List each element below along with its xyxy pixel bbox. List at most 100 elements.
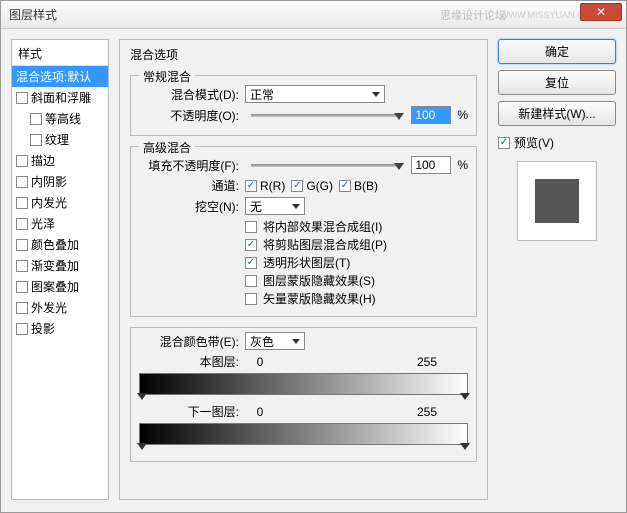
checkbox-icon	[245, 221, 257, 233]
checkbox-icon	[16, 92, 28, 104]
preview-swatch	[535, 179, 579, 223]
style-item-6[interactable]: 内发光	[12, 192, 108, 213]
style-item-label: 混合选项:默认	[16, 68, 91, 85]
adv-option-3[interactable]: 图层蒙版隐藏效果(S)	[245, 272, 468, 289]
opacity-input[interactable]: 100	[411, 106, 451, 124]
blending-options-panel: 混合选项 常规混合 混合模式(D): 正常 不透明度(O): 100 % 高级混…	[119, 39, 488, 500]
checkbox-icon	[30, 134, 42, 146]
checkbox-icon	[16, 197, 28, 209]
adv-option-label: 将剪贴图层混合成组(P)	[263, 236, 387, 253]
titlebar: 图层样式 思缘设计论坛 WWW.MISSYUAN.COM ✕	[1, 1, 626, 29]
channel-r-checkbox[interactable]: R(R)	[245, 179, 285, 193]
style-item-9[interactable]: 渐变叠加	[12, 255, 108, 276]
style-item-12[interactable]: 投影	[12, 318, 108, 339]
style-item-8[interactable]: 颜色叠加	[12, 234, 108, 255]
style-item-3[interactable]: 纹理	[12, 129, 108, 150]
under-layer-label: 下一图层:	[179, 403, 239, 420]
advanced-legend: 高级混合	[139, 139, 195, 156]
ok-button[interactable]: 确定	[498, 39, 616, 64]
adv-option-0[interactable]: 将内部效果混合成组(I)	[245, 218, 468, 235]
styles-list: 样式 混合选项:默认斜面和浮雕等高线纹理描边内阴影内发光光泽颜色叠加渐变叠加图案…	[11, 39, 109, 500]
checkbox-icon	[16, 281, 28, 293]
blend-if-dropdown[interactable]: 灰色	[245, 332, 305, 350]
blend-if-group: 混合颜色带(E): 灰色 本图层: 0 255 下一图层: 0	[130, 327, 477, 462]
checkbox-icon	[16, 176, 28, 188]
adv-option-label: 矢量蒙版隐藏效果(H)	[263, 290, 376, 307]
style-item-label: 斜面和浮雕	[31, 89, 91, 106]
general-blending-group: 常规混合 混合模式(D): 正常 不透明度(O): 100 %	[130, 75, 477, 136]
style-item-2[interactable]: 等高线	[12, 108, 108, 129]
style-item-label: 外发光	[31, 299, 67, 316]
this-layer-label: 本图层:	[179, 353, 239, 370]
close-icon: ✕	[596, 5, 606, 19]
under-layer-low: 0	[245, 405, 275, 419]
percent-label: %	[457, 108, 468, 122]
checkbox-icon	[30, 113, 42, 125]
checkbox-icon	[16, 239, 28, 251]
adv-option-1[interactable]: 将剪贴图层混合成组(P)	[245, 236, 468, 253]
knockout-label: 挖空(N):	[139, 198, 239, 215]
general-legend: 常规混合	[139, 68, 195, 85]
channel-g-checkbox[interactable]: G(G)	[291, 179, 333, 193]
under-layer-slider[interactable]	[139, 423, 468, 445]
checkbox-icon	[245, 257, 257, 269]
style-item-1[interactable]: 斜面和浮雕	[12, 87, 108, 108]
style-item-11[interactable]: 外发光	[12, 297, 108, 318]
fill-opacity-slider[interactable]	[251, 164, 399, 167]
channels-label: 通道:	[139, 177, 239, 194]
style-item-10[interactable]: 图案叠加	[12, 276, 108, 297]
right-panel: 确定 复位 新建样式(W)... 预览(V)	[498, 39, 616, 500]
style-item-label: 图案叠加	[31, 278, 79, 295]
blend-mode-dropdown[interactable]: 正常	[245, 85, 385, 103]
fill-opacity-input[interactable]: 100	[411, 156, 451, 174]
adv-option-4[interactable]: 矢量蒙版隐藏效果(H)	[245, 290, 468, 307]
checkbox-icon	[16, 218, 28, 230]
new-style-button[interactable]: 新建样式(W)...	[498, 101, 616, 126]
this-layer-high: 255	[412, 355, 442, 369]
adv-option-label: 将内部效果混合成组(I)	[263, 218, 382, 235]
checkbox-icon	[16, 155, 28, 167]
checkbox-icon	[498, 137, 510, 149]
checkbox-icon	[16, 302, 28, 314]
adv-option-2[interactable]: 透明形状图层(T)	[245, 254, 468, 271]
preview-swatch-frame	[517, 161, 597, 241]
style-item-4[interactable]: 描边	[12, 150, 108, 171]
style-item-label: 等高线	[45, 110, 81, 127]
style-item-label: 光泽	[31, 215, 55, 232]
checkbox-icon	[16, 260, 28, 272]
checkbox-icon	[245, 239, 257, 251]
preview-label: 预览(V)	[514, 134, 554, 151]
under-layer-high: 255	[412, 405, 442, 419]
knockout-dropdown[interactable]: 无	[245, 197, 305, 215]
preview-checkbox[interactable]: 预览(V)	[498, 134, 616, 151]
section-title: 混合选项	[130, 46, 477, 63]
style-item-label: 内发光	[31, 194, 67, 211]
this-layer-low: 0	[245, 355, 275, 369]
styles-header: 样式	[12, 42, 108, 66]
channel-b-checkbox[interactable]: B(B)	[339, 179, 378, 193]
opacity-slider[interactable]	[251, 114, 399, 117]
adv-option-label: 图层蒙版隐藏效果(S)	[263, 272, 375, 289]
adv-option-label: 透明形状图层(T)	[263, 254, 350, 271]
layer-style-dialog: 图层样式 思缘设计论坛 WWW.MISSYUAN.COM ✕ 样式 混合选项:默…	[0, 0, 627, 513]
advanced-blending-group: 高级混合 填充不透明度(F): 100 % 通道: R(R) G(G) B(B)…	[130, 146, 477, 317]
blend-if-label: 混合颜色带(E):	[139, 333, 239, 350]
cancel-button[interactable]: 复位	[498, 70, 616, 95]
style-item-label: 内阴影	[31, 173, 67, 190]
opacity-label: 不透明度(O):	[139, 107, 239, 124]
this-layer-slider[interactable]	[139, 373, 468, 395]
style-item-5[interactable]: 内阴影	[12, 171, 108, 192]
style-item-label: 描边	[31, 152, 55, 169]
percent-label: %	[457, 158, 468, 172]
style-item-label: 投影	[31, 320, 55, 337]
style-item-label: 颜色叠加	[31, 236, 79, 253]
checkbox-icon	[16, 323, 28, 335]
window-title: 图层样式	[9, 6, 57, 23]
style-item-label: 纹理	[45, 131, 69, 148]
checkbox-icon	[245, 293, 257, 305]
style-item-7[interactable]: 光泽	[12, 213, 108, 234]
style-item-label: 渐变叠加	[31, 257, 79, 274]
close-button[interactable]: ✕	[580, 3, 622, 21]
style-item-0[interactable]: 混合选项:默认	[12, 66, 108, 87]
blend-mode-label: 混合模式(D):	[139, 86, 239, 103]
